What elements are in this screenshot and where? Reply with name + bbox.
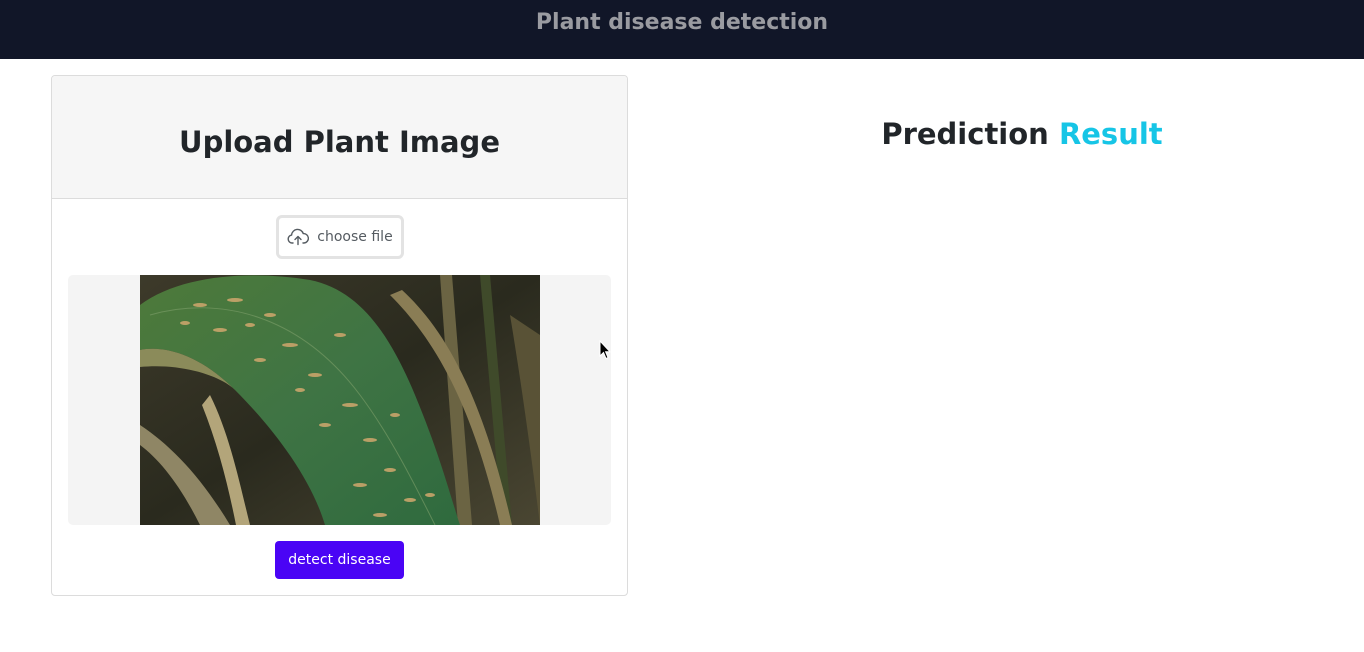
upload-card-header: Upload Plant Image [52, 76, 627, 199]
result-title-accent: Result [1058, 117, 1163, 151]
choose-file-label: choose file [317, 229, 393, 245]
detect-disease-button[interactable]: detect disease [275, 541, 404, 579]
image-preview [68, 275, 611, 525]
app-title: Plant disease detection [535, 10, 829, 35]
cloud-upload-icon [287, 228, 310, 246]
prediction-result-heading: Prediction Result [684, 114, 1360, 154]
prediction-title: Prediction [881, 117, 1049, 151]
upload-card: Upload Plant Image choose file detect di… [51, 75, 628, 596]
choose-file-button[interactable]: choose file [276, 215, 404, 259]
upload-card-title: Upload Plant Image [179, 125, 500, 159]
navbar: Plant disease detection [0, 0, 1364, 59]
mouse-cursor-icon [599, 339, 612, 364]
plant-leaf-image [140, 275, 540, 525]
